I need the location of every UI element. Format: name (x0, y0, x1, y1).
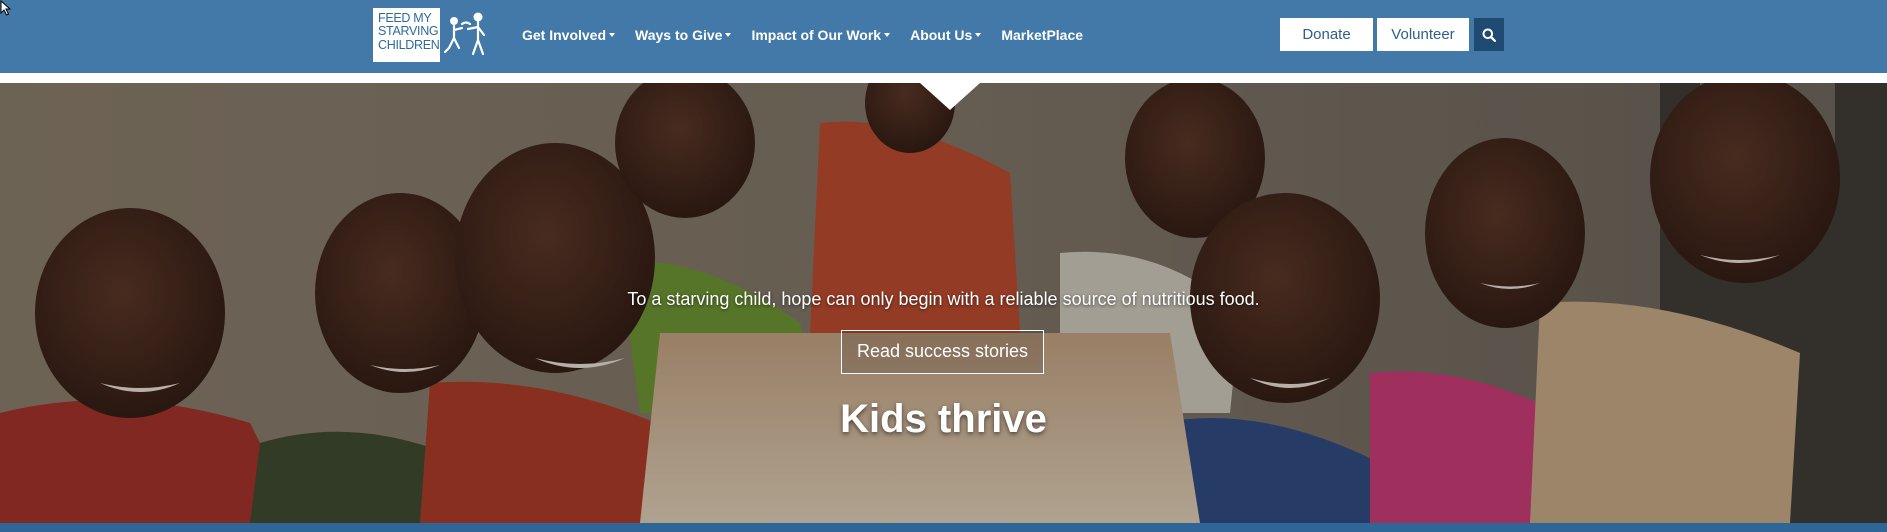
caret-down-icon (609, 33, 616, 37)
caret-down-icon (975, 33, 982, 37)
nav-item-ways-to-give[interactable]: Ways to Give (625, 23, 741, 47)
hero-title: Kids thrive (840, 397, 1047, 441)
site-header: Feed my starving children Get Involved Wa… (0, 0, 1887, 73)
search-button[interactable] (1474, 18, 1504, 51)
nav-item-label: Get Involved (522, 27, 607, 43)
header-divider (0, 73, 1887, 83)
nav-item-impact-of-our-work[interactable]: Impact of Our Work (741, 23, 900, 47)
volunteer-button[interactable]: Volunteer (1377, 18, 1469, 51)
site-logo[interactable]: Feed my starving children (373, 7, 492, 62)
hero-tagline: To a starving child, hope can only begin… (627, 289, 1260, 309)
search-icon (1482, 28, 1496, 42)
read-success-stories-button[interactable]: Read success stories (841, 330, 1044, 374)
logo-wordmark: Feed my starving children (373, 7, 440, 62)
nav-item-about-us[interactable]: About Us (900, 23, 991, 47)
mouse-cursor-icon (0, 0, 12, 16)
nav-item-label: MarketPlace (1001, 27, 1084, 43)
nav-item-marketplace[interactable]: MarketPlace (991, 23, 1093, 47)
donate-button[interactable]: Donate (1280, 18, 1373, 51)
logo-figures-icon (443, 12, 486, 55)
nav-item-get-involved[interactable]: Get Involved (512, 23, 625, 47)
nav-item-label: Ways to Give (635, 27, 723, 43)
bottom-bar (0, 523, 1887, 532)
hero-banner: To a starving child, hope can only begin… (0, 83, 1887, 523)
hero-notch-pointer (920, 83, 980, 110)
caret-down-icon (725, 33, 732, 37)
caret-down-icon (884, 33, 891, 37)
nav-item-label: About Us (910, 27, 973, 43)
nav-item-label: Impact of Our Work (751, 27, 882, 43)
main-nav: Get Involved Ways to Give Impact of Our Wo… (512, 23, 1093, 47)
